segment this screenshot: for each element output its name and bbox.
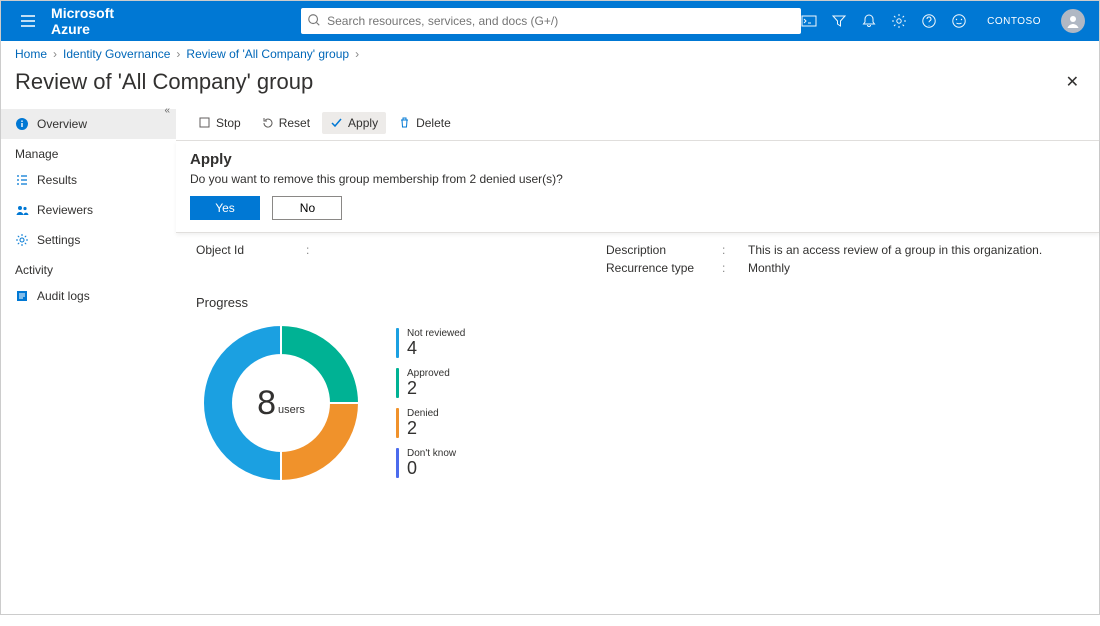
donut-center-label: 8 users [196, 318, 366, 488]
sidebar-item-label: Settings [37, 233, 80, 247]
progress-section: Progress 8 users Not reviewed 4 [176, 289, 1099, 494]
avatar[interactable] [1061, 9, 1085, 33]
legend-swatch [396, 368, 399, 398]
apply-message: Do you want to remove this group members… [190, 172, 1085, 186]
legend-value: 2 [407, 419, 439, 437]
legend-dont-know: Don't know 0 [396, 448, 465, 478]
sidebar-item-label: Reviewers [37, 203, 93, 217]
main-content: Stop Reset Apply Delete Apply Do you wan… [176, 105, 1099, 626]
legend-value: 4 [407, 339, 465, 357]
sidebar-item-audit-logs[interactable]: Audit logs [1, 281, 176, 311]
legend-value: 2 [407, 379, 450, 397]
legend-swatch [396, 448, 399, 478]
search-container [301, 8, 801, 34]
breadcrumb-review[interactable]: Review of 'All Company' group [186, 47, 349, 61]
description-label: Description [606, 243, 706, 257]
search-icon [307, 13, 321, 27]
close-icon[interactable]: ✕ [1066, 72, 1085, 92]
description-value: This is an access review of a group in t… [748, 243, 1042, 257]
notifications-icon[interactable] [861, 13, 877, 29]
apply-button[interactable]: Apply [322, 112, 386, 134]
recurrence-label: Recurrence type [606, 261, 706, 275]
stop-button[interactable]: Stop [190, 112, 249, 134]
reset-icon [261, 116, 274, 129]
gear-icon[interactable] [891, 13, 907, 29]
filter-icon[interactable] [831, 13, 847, 29]
breadcrumb: Home › Identity Governance › Review of '… [1, 41, 1099, 67]
sidebar-item-label: Audit logs [37, 289, 90, 303]
tenant-label: CONTOSO [987, 16, 1041, 27]
sidebar-item-label: Results [37, 173, 77, 187]
legend-swatch [396, 328, 399, 358]
brand-label: Microsoft Azure [51, 5, 151, 37]
legend-not-reviewed: Not reviewed 4 [396, 328, 465, 358]
donut-total: 8 [257, 384, 276, 423]
toolbar-label: Reset [279, 116, 310, 130]
yes-button[interactable]: Yes [190, 196, 260, 220]
collapse-sidebar-icon[interactable]: « [164, 105, 170, 116]
legend-value: 0 [407, 459, 456, 477]
toolbar: Stop Reset Apply Delete [176, 105, 1099, 141]
donut-unit: users [278, 404, 305, 416]
trash-icon [398, 116, 411, 129]
progress-donut-chart: 8 users [196, 318, 366, 488]
apply-confirm-panel: Apply Do you want to remove this group m… [176, 141, 1099, 233]
people-icon [15, 203, 29, 217]
legend-swatch [396, 408, 399, 438]
search-input[interactable] [301, 8, 801, 34]
feedback-icon[interactable] [951, 13, 967, 29]
chevron-right-icon: › [355, 47, 359, 61]
info-icon [15, 117, 29, 131]
sidebar-item-label: Overview [37, 117, 87, 131]
progress-title: Progress [196, 295, 1079, 310]
toolbar-label: Stop [216, 116, 241, 130]
sidebar-section-activity: Activity [1, 255, 176, 281]
apply-title: Apply [190, 151, 1085, 168]
sidebar-item-results[interactable]: Results [1, 165, 176, 195]
recurrence-value: Monthly [748, 261, 790, 275]
sidebar-item-settings[interactable]: Settings [1, 225, 176, 255]
sidebar-section-manage: Manage [1, 139, 176, 165]
object-id-label: Object Id [196, 243, 276, 279]
list-check-icon [15, 173, 29, 187]
help-icon[interactable] [921, 13, 937, 29]
sidebar: « Overview Manage Results Reviewers Sett [1, 105, 176, 626]
sidebar-item-reviewers[interactable]: Reviewers [1, 195, 176, 225]
topbar-actions: CONTOSO [801, 9, 1091, 33]
legend-denied: Denied 2 [396, 408, 465, 438]
page-title: Review of 'All Company' group [15, 69, 313, 95]
stop-icon [198, 116, 211, 129]
gear-icon [15, 233, 29, 247]
check-icon [330, 116, 343, 129]
progress-legend: Not reviewed 4 Approved 2 [396, 328, 465, 478]
toolbar-label: Apply [348, 116, 378, 130]
chevron-right-icon: › [176, 47, 180, 61]
legend-approved: Approved 2 [396, 368, 465, 398]
top-bar: Microsoft Azure CONTOSO [1, 1, 1099, 41]
log-icon [15, 289, 29, 303]
cloud-shell-icon[interactable] [801, 13, 817, 29]
reset-button[interactable]: Reset [253, 112, 318, 134]
details-row: Object Id : Description : This is an acc… [176, 233, 1099, 289]
breadcrumb-identity-governance[interactable]: Identity Governance [63, 47, 170, 61]
no-button[interactable]: No [272, 196, 342, 220]
breadcrumb-home[interactable]: Home [15, 47, 47, 61]
toolbar-label: Delete [416, 116, 451, 130]
title-row: Review of 'All Company' group ✕ [1, 67, 1099, 105]
menu-icon[interactable] [9, 13, 47, 29]
chevron-right-icon: › [53, 47, 57, 61]
sidebar-item-overview[interactable]: Overview [1, 109, 176, 139]
delete-button[interactable]: Delete [390, 112, 459, 134]
